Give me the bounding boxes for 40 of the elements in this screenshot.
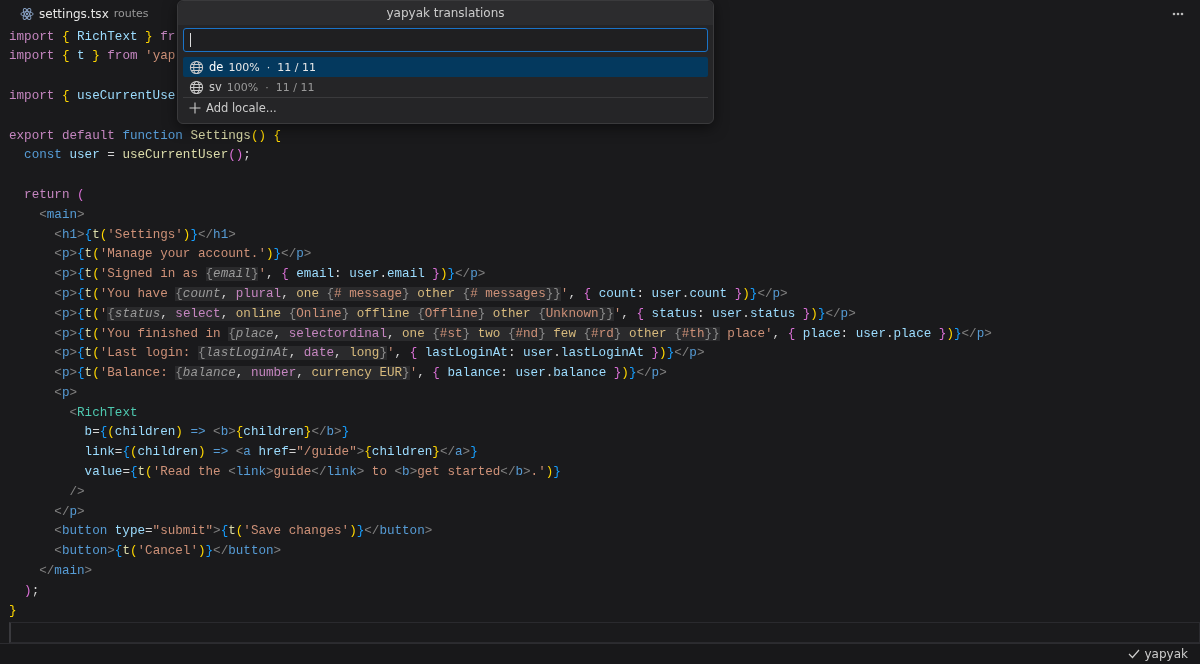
locale-item[interactable]: sv 100% · 11 / 11 [183, 77, 708, 97]
code-line: <p>{t('You finished in {place, selectordinal, one {#st} two {#nd} few {#rd} other {#th}} place', { place: user.place })}</p> [53, 325, 992, 343]
code-line: const user = useCurrentUser(); [23, 147, 251, 165]
code-line: <p>{t('Manage your account.')}</p> [53, 246, 312, 264]
code-line: <p>{t('Last login: {lastLoginAt, date, long}', { lastLoginAt: user.lastLoginAt })}</p> [53, 345, 705, 363]
plus-icon [189, 102, 201, 114]
add-locale-item[interactable]: Add locale... [183, 98, 708, 118]
code-line: <p> [53, 384, 78, 402]
code-line: import { RichText } fr [9, 28, 176, 46]
code-line: /> [68, 483, 85, 501]
code-line: link={(children) => <a href="/guide">{children}</a>} [83, 444, 478, 462]
search-field[interactable] [183, 28, 708, 52]
locale-item[interactable]: de 100% · 11 / 11 [183, 57, 708, 77]
code-line: <main> [38, 206, 85, 224]
code-line: ); [23, 582, 40, 600]
status-item[interactable]: yapyak [1127, 647, 1188, 662]
code-line: b={(children) => <b>{children}</b>} [83, 424, 350, 442]
palette-title: yapyak translations [178, 1, 713, 25]
code-line: </p> [53, 503, 85, 521]
editor-tab[interactable]: settings.tsx routes [20, 6, 149, 21]
code-line: value={t('Read the <link>guide</link> to <b>get started</b>.')} [83, 464, 561, 482]
code-line: return ( [23, 186, 85, 204]
code-line: <RichText [68, 404, 138, 422]
globe-icon [189, 59, 204, 75]
code-line: <button type="submit">{t('Save changes')}</button> [53, 523, 433, 541]
code-line: <p>{t('Balance: {balance, number, currency EUR}', { balance: user.balance })}</p> [53, 365, 667, 383]
code-line: export default function Settings() { [9, 127, 282, 145]
code-line: </main> [38, 563, 93, 581]
code-line: <p>{t('Signed in as {email}', { email: user.email })}</p> [53, 266, 486, 284]
check-icon [1127, 648, 1140, 661]
code-line: <button>{t('Cancel')}</button> [53, 543, 282, 561]
atom-icon [20, 6, 34, 21]
code-line: <h1>{t('Settings')}</h1> [53, 226, 236, 244]
globe-icon [189, 79, 204, 95]
code-line: } [9, 602, 17, 620]
more-icon[interactable] [1172, 11, 1184, 16]
code-line: import { t } from 'yap [9, 48, 176, 66]
code-line: <p>{t('You have {count, plural, one {# message} other {# messages}}', { count: user.count })}</p> [53, 285, 788, 303]
code-line: import { useCurrentUse [9, 87, 176, 105]
code-line: <p>{t('{status, select, online {Online} offline {Offline} other {Unknown}}', { status: user.status })}</p> [53, 305, 856, 323]
